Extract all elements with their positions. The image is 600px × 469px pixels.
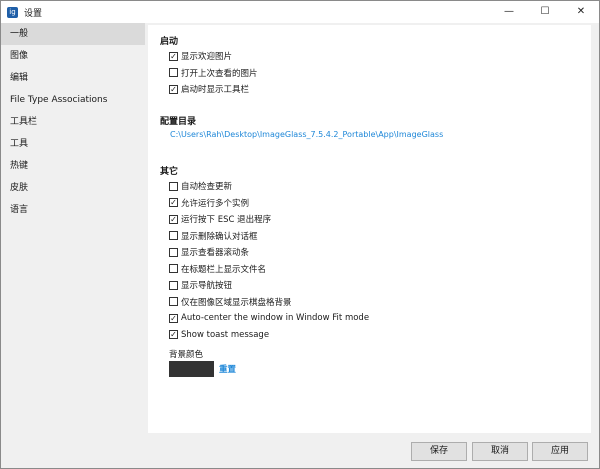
save-button[interactable]: 保存 xyxy=(411,442,467,461)
checkbox-label: 在标题栏上显示文件名 xyxy=(181,264,267,275)
checkbox-checked-icon[interactable]: ✓ xyxy=(169,51,178,61)
sidebar-item[interactable]: 工具栏 xyxy=(1,111,145,133)
checkbox-label: Auto-center the window in Window Fit mod… xyxy=(181,313,370,323)
checkbox-label: Show toast message xyxy=(181,329,270,340)
checkbox-row[interactable]: 显示导航按钮 xyxy=(169,278,232,292)
other-title: 其它 xyxy=(160,167,179,177)
checkbox-unchecked-icon[interactable] xyxy=(169,247,178,257)
checkbox-checked-icon[interactable]: ✓ xyxy=(169,313,178,323)
checkbox-row[interactable]: 显示查看器滚动条 xyxy=(169,245,249,259)
background-color-swatch[interactable] xyxy=(169,361,214,377)
sidebar-item[interactable]: 一般 xyxy=(1,23,145,45)
checkbox-checked-icon[interactable]: ✓ xyxy=(169,330,178,339)
checkbox-row[interactable]: ✓ 启动时显示工具栏 xyxy=(169,82,249,96)
checkbox-label: 打开上次查看的图片 xyxy=(181,68,258,79)
background-color-label: 背景颜色 xyxy=(169,350,204,360)
checkbox-checked-icon[interactable]: ✓ xyxy=(169,198,178,207)
checkbox-label: 显示查看器滚动条 xyxy=(181,248,250,258)
checkbox-row[interactable]: 打开上次查看的图片 xyxy=(169,66,258,80)
minimize-button[interactable]: — xyxy=(491,1,527,23)
config-title: 配置目录 xyxy=(160,117,197,127)
sidebar-item[interactable]: 工具 xyxy=(1,133,145,155)
app-icon: ig xyxy=(7,6,18,18)
checkbox-unchecked-icon[interactable] xyxy=(169,297,178,306)
checkbox-row[interactable]: ✓ Auto-center the window in Window Fit mo… xyxy=(169,311,369,325)
sidebar-item[interactable]: 皮肤 xyxy=(1,177,145,199)
checkbox-unchecked-icon[interactable] xyxy=(169,181,178,191)
sidebar-item[interactable]: File Type Associations xyxy=(1,89,145,111)
reset-color-link[interactable]: 重置 xyxy=(219,363,236,375)
checkbox-checked-icon[interactable]: ✓ xyxy=(169,84,178,94)
config-path-link[interactable]: C:\Users\Rah\Desktop\ImageGlass_7.5.4.2_… xyxy=(170,130,443,139)
window-title: 设置 xyxy=(24,8,43,19)
checkbox-row[interactable]: ✓ 运行按下 ESC 退出程序 xyxy=(169,212,271,226)
close-button[interactable]: ✕ xyxy=(563,1,599,23)
checkbox-row[interactable]: ✓ Show toast message xyxy=(169,328,269,342)
checkbox-unchecked-icon[interactable] xyxy=(169,264,178,273)
sidebar-item[interactable]: 热键 xyxy=(1,155,145,177)
checkbox-unchecked-icon[interactable] xyxy=(169,68,178,77)
checkbox-row[interactable]: ✓ 允许运行多个实例 xyxy=(169,196,249,210)
checkbox-row[interactable]: 仅在图像区域显示棋盘格背景 xyxy=(169,295,292,309)
checkbox-row[interactable]: 显示删除确认对话框 xyxy=(169,229,258,243)
startup-title: 启动 xyxy=(160,37,179,47)
checkbox-label: 显示欢迎图片 xyxy=(181,52,233,62)
checkbox-label: 显示导航按钮 xyxy=(181,281,233,291)
checkbox-unchecked-icon[interactable] xyxy=(169,231,178,240)
checkbox-label: 仅在图像区域显示棋盘格背景 xyxy=(181,297,292,308)
checkbox-row[interactable]: 自动检查更新 xyxy=(169,179,232,193)
checkbox-row[interactable]: 在标题栏上显示文件名 xyxy=(169,262,266,276)
settings-panel: 启动 配置目录 C:\Users\Rah\Desktop\ImageGlass_… xyxy=(148,25,591,433)
checkbox-row[interactable]: ✓ 显示欢迎图片 xyxy=(169,49,232,63)
apply-button[interactable]: 应用 xyxy=(532,442,588,461)
checkbox-label: 启动时显示工具栏 xyxy=(181,85,250,95)
title-bar: ig 设置 — ☐ ✕ xyxy=(1,1,599,23)
sidebar-item[interactable]: 编辑 xyxy=(1,67,145,89)
checkbox-label: 显示删除确认对话框 xyxy=(181,231,258,242)
maximize-button[interactable]: ☐ xyxy=(527,1,563,23)
checkbox-label: 允许运行多个实例 xyxy=(181,198,250,209)
checkbox-label: 运行按下 ESC 退出程序 xyxy=(181,215,272,225)
sidebar: 一般 图像 编辑 File Type Associations 工具栏 工具 热键 皮肤 语言 xyxy=(1,23,145,433)
sidebar-item[interactable]: 图像 xyxy=(1,45,145,67)
cancel-button[interactable]: 取消 xyxy=(472,442,528,461)
sidebar-item[interactable]: 语言 xyxy=(1,199,145,221)
checkbox-unchecked-icon[interactable] xyxy=(169,280,178,290)
checkbox-checked-icon[interactable]: ✓ xyxy=(169,214,178,224)
checkbox-label: 自动检查更新 xyxy=(181,182,233,192)
